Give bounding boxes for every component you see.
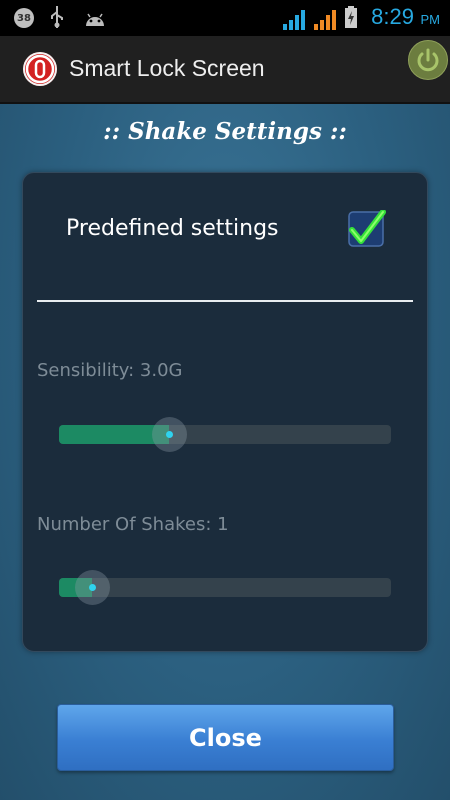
sensibility-slider-thumb[interactable]	[151, 417, 187, 452]
battery-charging-icon	[345, 6, 357, 28]
sensibility-slider[interactable]	[59, 417, 391, 452]
divider	[37, 300, 413, 302]
sensibility-label: Sensibility: 3.0G	[37, 360, 183, 381]
app-power-icon	[23, 52, 57, 86]
signal-orange-icon	[314, 10, 336, 30]
app-bar: Smart Lock Screen	[0, 36, 450, 104]
shakes-slider[interactable]	[59, 570, 391, 605]
page-heading: :: Shake Settings ::	[103, 118, 347, 145]
status-time: 8:29	[371, 4, 414, 29]
usb-icon	[50, 6, 64, 33]
notification-badge: 38	[14, 8, 34, 28]
shakes-label: Number Of Shakes: 1	[37, 514, 229, 535]
signal-blue-icon	[283, 10, 305, 30]
status-ampm: PM	[420, 12, 441, 27]
shake-settings-panel: Predefined settings Sensibility: 3.0G Nu…	[22, 172, 428, 652]
shakes-slider-thumb[interactable]	[75, 570, 111, 605]
close-button[interactable]: Close	[57, 704, 394, 771]
power-button-icon[interactable]	[408, 40, 448, 80]
predefined-settings-checkbox[interactable]	[347, 209, 386, 247]
app-title: Smart Lock Screen	[69, 55, 265, 81]
android-icon	[84, 11, 104, 27]
predefined-settings-label: Predefined settings	[66, 216, 279, 241]
status-bar: 38 8:29 PM	[0, 0, 450, 36]
